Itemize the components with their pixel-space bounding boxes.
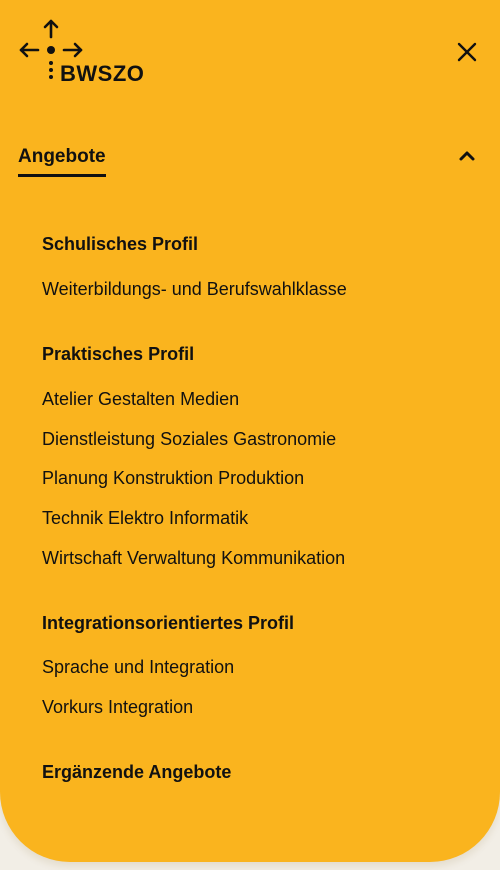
menu-link-weiterbildungs-berufswahlklasse[interactable]: Weiterbildungs- und Berufswahlklasse [42,277,347,301]
menu-link-atelier-gestalten-medien[interactable]: Atelier Gestalten Medien [42,387,239,411]
group-heading-ergaenzende-angebote[interactable]: Ergänzende Angebote [42,760,231,784]
chevron-up-icon [459,151,475,161]
close-button[interactable] [453,38,481,66]
bwszo-logo[interactable]: BWSZO [18,18,153,86]
menu-link-wirtschaft-verwaltung-kommunikation[interactable]: Wirtschaft Verwaltung Kommunikation [42,546,345,570]
menu-link-vorkurs-integration[interactable]: Vorkurs Integration [42,695,193,719]
logo-text: BWSZO [60,61,145,86]
angebote-section-toggle[interactable]: Angebote [18,142,482,177]
menu-link-sprache-und-integration[interactable]: Sprache und Integration [42,655,234,679]
group-heading-schulisches-profil: Schulisches Profil [42,234,199,254]
group-heading-praktisches-profil: Praktisches Profil [42,344,195,364]
section-title: Angebote [18,146,106,177]
menu-link-planung-konstruktion-produktion[interactable]: Planung Konstruktion Produktion [42,466,304,490]
navigation-panel: BWSZO Angebote Schulisches Profil Weiter… [0,0,500,862]
close-icon [457,42,477,62]
menu-link-technik-elektro-informatik[interactable]: Technik Elektro Informatik [42,506,248,530]
group-heading-integrationsorientiertes-profil: Integrationsorientiertes Profil [42,613,295,633]
menu-link-dienstleistung-soziales-gastronomie[interactable]: Dienstleistung Soziales Gastronomie [42,427,336,451]
